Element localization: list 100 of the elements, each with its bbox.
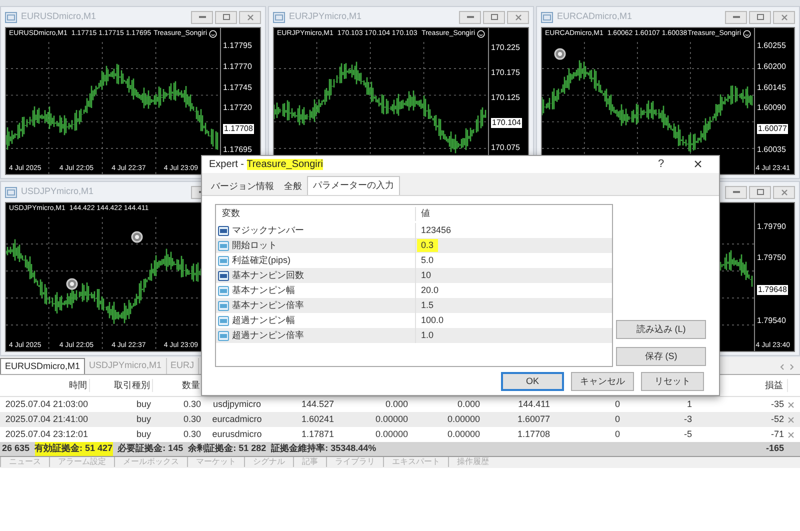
price-label: 1.17770	[223, 62, 253, 72]
table-cell-text: buy	[135, 398, 152, 411]
dialog-button[interactable]: OK	[501, 372, 564, 391]
table-cell-text: 0.00000	[374, 412, 409, 426]
table-cell-text: 0	[614, 412, 621, 426]
parameter-value[interactable]: 0.3	[417, 238, 438, 252]
table-cell-text: 0.00000	[374, 428, 409, 441]
scroll-right-icon[interactable]	[790, 364, 794, 370]
smiley-icon	[743, 30, 751, 38]
account-summary-item: 必要証拠金: 145	[118, 442, 184, 456]
column-header: 値	[420, 207, 430, 220]
current-price-label: 1.79648	[757, 284, 788, 295]
parameter-name: 超過ナンピン倍率	[232, 328, 304, 342]
window-icon	[5, 186, 17, 198]
table-cell-text: 0	[614, 428, 621, 441]
account-summary-item: 証拠金維持率: 35348.44%	[271, 442, 376, 456]
current-price-label: 1.17708	[223, 124, 254, 134]
table-cell-text: 1	[686, 398, 693, 411]
dialog-button[interactable]: キャンセル	[571, 372, 634, 391]
table-cell-text: 0.30	[182, 428, 202, 441]
parameter-value[interactable]: 123456	[417, 224, 456, 238]
close-order-icon[interactable]	[788, 432, 794, 438]
parameter-value[interactable]: 100.0	[417, 314, 448, 328]
price-label: 1.17795	[223, 41, 253, 52]
close-order-icon[interactable]	[788, 416, 794, 422]
price-label: 170.225	[491, 43, 521, 54]
maximize-button[interactable]	[749, 186, 771, 198]
table-cell-text: 1.60241	[300, 412, 335, 426]
price-label: 170.175	[491, 68, 521, 78]
price-label: 1.60200	[757, 62, 787, 72]
close-button[interactable]	[239, 10, 261, 24]
dialog-button[interactable]: リセット	[641, 372, 704, 391]
parameter-name: 基本ナンピン幅	[232, 284, 295, 297]
window-icon	[5, 12, 17, 22]
column-header: 取引種別	[114, 380, 150, 390]
dialog-tab[interactable]: パラメーターの入力	[307, 176, 400, 195]
side-button[interactable]: 読み込み (L)	[616, 320, 706, 339]
trade-marker-icon	[554, 48, 566, 60]
minimize-button[interactable]	[459, 10, 481, 24]
close-button[interactable]: ×	[689, 157, 707, 172]
minimize-button[interactable]	[191, 10, 213, 24]
price-label: 1.17695	[223, 144, 253, 155]
account-summary-item: 26 635	[2, 442, 30, 456]
price-label: 1.17720	[223, 103, 253, 114]
trade-marker-icon	[66, 278, 78, 290]
table-cell-text: 0.000	[384, 398, 409, 411]
parameter-value[interactable]: 5.0	[417, 254, 438, 268]
table-cell-text: buy	[135, 428, 152, 441]
table-cell-text: 0.30	[182, 398, 202, 411]
price-label: 1.60090	[757, 103, 787, 114]
window-title: USDJPYmicro,M1	[21, 185, 95, 198]
column-header: 損益	[765, 380, 783, 390]
table-cell-text: buy	[135, 412, 152, 426]
current-price-label: 170.104	[491, 118, 522, 128]
close-button[interactable]	[507, 10, 529, 24]
decimal-type-icon	[218, 330, 229, 340]
table-cell-text: 0.30	[182, 412, 202, 426]
scroll-left-icon[interactable]	[780, 364, 784, 370]
close-button[interactable]	[773, 186, 795, 198]
price-label: 170.075	[491, 142, 521, 153]
table-cell-text: -52	[770, 412, 785, 426]
parameter-value[interactable]: 1.0	[417, 328, 438, 342]
current-price-label: 1.60077	[757, 124, 788, 134]
price-label: 1.60145	[757, 82, 787, 93]
decimal-type-icon	[218, 300, 229, 310]
price-label: 1.79750	[757, 253, 787, 264]
close-button[interactable]	[773, 10, 795, 24]
close-icon	[514, 14, 522, 20]
close-icon	[780, 188, 788, 196]
side-button[interactable]: 保存 (S)	[616, 347, 706, 366]
window-title: EURUSDmicro,M1	[21, 10, 98, 24]
maximize-button[interactable]	[749, 10, 771, 24]
parameter-name: 開始ロット	[232, 238, 277, 252]
parameter-value[interactable]: 20.0	[417, 284, 443, 298]
table-cell-text: eurcadmicro	[211, 412, 263, 426]
parameter-name: 基本ナンピン倍率	[232, 298, 304, 312]
chart-tab[interactable]: EURUSDmicro,M1	[0, 358, 86, 374]
parameter-value[interactable]: 1.5	[417, 298, 438, 312]
decimal-type-icon	[218, 240, 229, 250]
table-cell-text: 1.17871	[300, 428, 335, 441]
minimize-button[interactable]	[725, 10, 747, 24]
maximize-button[interactable]	[215, 10, 237, 24]
table-cell-text: 2025.07.04 21:41:00	[4, 412, 89, 426]
parameter-name: 超過ナンピン幅	[232, 314, 295, 327]
column-header: 数量	[182, 380, 200, 390]
integer-type-icon	[218, 226, 229, 236]
table-cell-text: 1.17708	[516, 428, 551, 441]
maximize-button[interactable]	[483, 10, 505, 24]
close-order-icon[interactable]	[788, 402, 794, 408]
table-cell-text: 0.000	[456, 398, 481, 411]
help-button[interactable]: ?	[651, 156, 671, 173]
parameter-value[interactable]: 10	[417, 268, 436, 282]
window-title: EURJPYmicro,M1	[289, 10, 363, 24]
decimal-type-icon	[218, 286, 229, 296]
table-cell-text: 0.00000	[446, 412, 481, 426]
window-icon	[541, 12, 553, 22]
close-icon	[246, 14, 254, 20]
minimize-button[interactable]	[725, 186, 747, 198]
window-title: EURCADmicro,M1	[557, 10, 634, 24]
table-cell-text: 144.527	[300, 398, 335, 411]
